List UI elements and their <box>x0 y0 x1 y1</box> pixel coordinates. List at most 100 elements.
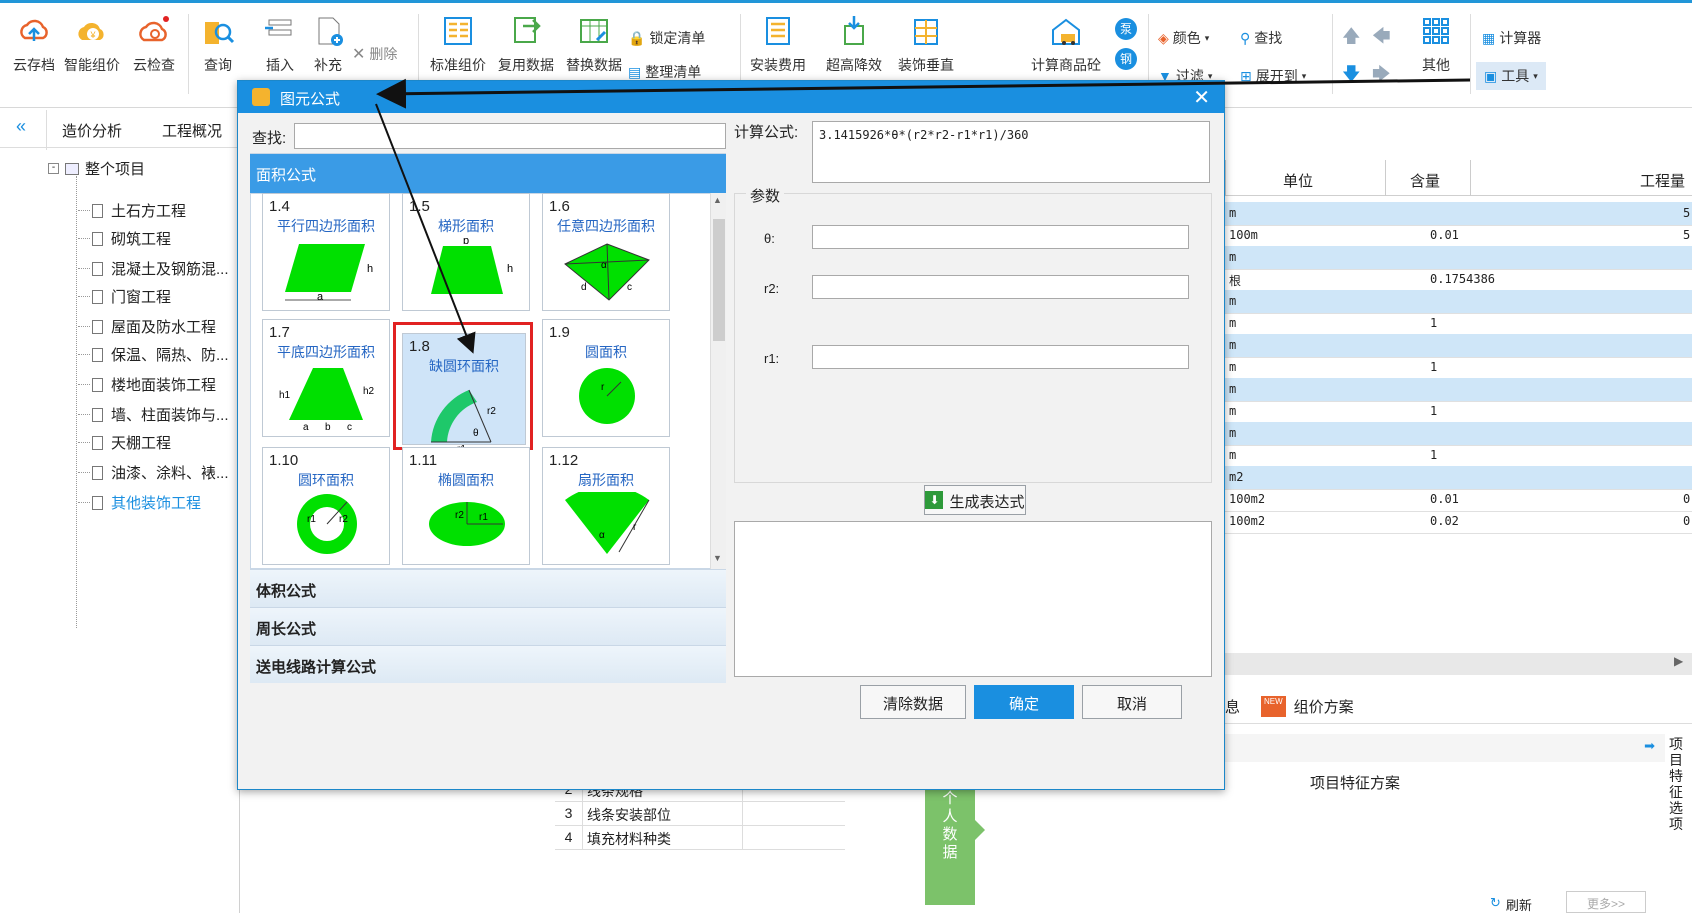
cancel-button[interactable]: 取消 <box>1082 685 1182 719</box>
smart-pricing-button[interactable]: ¥ 智能组价 <box>62 14 122 75</box>
table-row[interactable]: 根 0.1754386 <box>1225 268 1692 292</box>
arrow-right-blue-icon[interactable]: ➡ <box>1644 738 1655 754</box>
delete-button[interactable]: ✕ 删除 <box>352 44 397 64</box>
collapse-box-icon[interactable]: - <box>48 163 59 174</box>
scroll-right-icon[interactable]: ▶ <box>1674 654 1683 668</box>
tab-project-overview[interactable]: 工程概况 <box>162 120 222 141</box>
tab-pricing-scheme[interactable]: NEW 组价方案 <box>1261 696 1354 717</box>
pump-badge[interactable]: 泵 <box>1115 18 1137 40</box>
tree-item[interactable]: 保温、隔热、防... <box>92 344 229 365</box>
table-row[interactable]: m1 <box>1225 312 1692 336</box>
arrow-down-icon[interactable]: 🡇 <box>1342 62 1361 92</box>
collapse-chevron-icon[interactable]: « <box>16 116 26 137</box>
table-row[interactable]: m <box>1225 246 1692 270</box>
grid-hscrollbar[interactable] <box>1225 653 1692 675</box>
param-r2-input[interactable] <box>812 275 1189 299</box>
ok-button[interactable]: 确定 <box>974 685 1074 719</box>
shape-cell-1-4[interactable]: 1.4 平行四边形面积 h a <box>262 193 390 311</box>
param-theta-input[interactable] <box>812 225 1189 249</box>
tab-cost-analysis[interactable]: 造价分析 <box>62 120 122 141</box>
personal-data-tab[interactable]: 个人数据 <box>925 780 975 905</box>
search-input[interactable] <box>294 123 726 149</box>
table-cell-qty: 1 <box>1430 448 1438 462</box>
param-r1-input[interactable] <box>812 345 1189 369</box>
table-row[interactable]: m1 <box>1225 356 1692 380</box>
color-button[interactable]: ◈ 颜色 ▾ <box>1158 28 1209 48</box>
tree-item[interactable]: 墙、柱面装饰与... <box>92 404 229 425</box>
steel-badge[interactable]: 钢 <box>1115 48 1137 70</box>
table-row[interactable]: m <box>1225 290 1692 314</box>
shapes-scrollbar[interactable]: ▲ ▼ <box>710 193 726 569</box>
replace-data-button[interactable]: 替换数据 <box>564 14 624 75</box>
standard-pricing-button[interactable]: 标准组价 <box>428 14 488 75</box>
lock-list-button[interactable]: 🔒 锁定清单 <box>628 28 705 48</box>
table-row[interactable]: m <box>1225 378 1692 402</box>
shape-cell-1-5[interactable]: 1.5 梯形面积 b h <box>402 193 530 311</box>
shape-cell-1-10[interactable]: 1.10 圆环面积 r1 r2 <box>262 447 390 565</box>
tools-button[interactable]: ▣ 工具 ▾ <box>1476 62 1546 90</box>
arrow-right-icon[interactable]: 🡆 <box>1372 62 1391 92</box>
tab-info[interactable]: 息 <box>1225 696 1240 717</box>
table-row[interactable]: 3 线条安装部位 <box>555 802 845 826</box>
table-cell-qty: 0.01 <box>1430 228 1459 242</box>
reuse-data-button[interactable]: 复用数据 <box>496 14 556 75</box>
cloud-save-button[interactable]: 云存档 <box>8 14 60 75</box>
table-row[interactable]: m1 <box>1225 400 1692 424</box>
category-volume[interactable]: 体积公式 <box>250 569 726 607</box>
tree-item[interactable]: 楼地面装饰工程 <box>92 374 216 395</box>
expand-to-button[interactable]: ⊞ 展开到 ▾ <box>1240 66 1306 86</box>
insert-button[interactable]: 插入 <box>258 14 302 75</box>
calc-concrete-button[interactable]: 计算商品砼 <box>1024 14 1108 75</box>
expression-output[interactable] <box>734 521 1212 677</box>
table-row[interactable]: m5 <box>1225 202 1692 226</box>
supplement-button[interactable]: 补充 <box>306 14 350 75</box>
table-row[interactable]: 100m 0.01 5 <box>1225 224 1692 248</box>
more-button[interactable]: 更多>> <box>1566 891 1646 913</box>
decor-vertical-button[interactable]: 装饰垂直 <box>894 14 958 75</box>
refresh-button[interactable]: ↻ 刷新 <box>1490 895 1532 914</box>
clear-data-button[interactable]: 清除数据 <box>860 685 966 719</box>
scroll-thumb[interactable] <box>713 219 725 341</box>
table-row[interactable]: m1 <box>1225 444 1692 468</box>
organize-list-button[interactable]: ▤ 整理清单 <box>628 62 701 82</box>
side-vertical-label[interactable]: 项目特征选项 <box>1665 736 1687 832</box>
table-row[interactable]: 100m2 0.01 0 <box>1225 488 1692 512</box>
table-row[interactable]: m <box>1225 422 1692 446</box>
cloud-check-button[interactable]: 云检查 <box>128 14 180 75</box>
table-row[interactable]: m <box>1225 334 1692 358</box>
table-row[interactable]: 4 填充材料种类 <box>555 826 845 850</box>
close-icon[interactable]: ✕ <box>1193 85 1210 110</box>
arrow-up-icon[interactable]: 🡅 <box>1342 24 1361 54</box>
category-area-formula[interactable]: 面积公式 <box>250 153 726 193</box>
arrow-left-icon[interactable]: 🡄 <box>1372 24 1391 54</box>
category-power-line[interactable]: 送电线路计算公式 <box>250 645 726 683</box>
generate-expression-button[interactable]: ⬇ 生成表达式 <box>924 485 1026 515</box>
tree-item[interactable]: 油漆、涂料、裱... <box>92 462 229 483</box>
category-perimeter[interactable]: 周长公式 <box>250 607 726 645</box>
tree-root[interactable]: - 整个项目 <box>48 158 145 179</box>
tree-item[interactable]: 土石方工程 <box>92 200 186 221</box>
dialog-title-bar[interactable]: 图元公式 ✕ <box>238 81 1224 113</box>
install-cost-button[interactable]: 安装费用 <box>748 14 808 75</box>
table-row[interactable]: m2 <box>1225 466 1692 490</box>
tree-item[interactable]: 门窗工程 <box>92 286 171 307</box>
shape-cell-1-7[interactable]: 1.7 平底四边形面积 h1 h2 a b c <box>262 319 390 437</box>
query-button[interactable]: 查询 <box>196 14 240 75</box>
scroll-down-icon[interactable]: ▼ <box>713 553 722 563</box>
tree-item[interactable]: 其他装饰工程 <box>92 492 201 513</box>
formula-display[interactable]: 3.1415926*θ*(r2*r2-r1*r1)/360 <box>812 121 1210 183</box>
tree-item[interactable]: 天棚工程 <box>92 432 171 453</box>
shape-cell-1-9[interactable]: 1.9 圆面积 r <box>542 319 670 437</box>
calculator-button[interactable]: ▦ 计算器 <box>1482 28 1541 48</box>
shape-cell-1-6[interactable]: 1.6 任意四边形面积 α c d <box>542 193 670 311</box>
scroll-up-icon[interactable]: ▲ <box>713 195 722 205</box>
find-button[interactable]: ⚲ 查找 <box>1240 28 1282 48</box>
tree-item[interactable]: 混凝土及钢筋混... <box>92 258 229 279</box>
tree-item[interactable]: 砌筑工程 <box>92 228 171 249</box>
tree-item[interactable]: 屋面及防水工程 <box>92 316 216 337</box>
other-button[interactable]: 其他 <box>1412 14 1460 75</box>
shape-cell-1-12[interactable]: 1.12 扇形面积 α r <box>542 447 670 565</box>
high-rise-button[interactable]: 超高降效 <box>822 14 886 75</box>
table-row[interactable]: 100m2 0.02 0 <box>1225 510 1692 534</box>
shape-cell-1-11[interactable]: 1.11 椭圆面积 r2 r1 <box>402 447 530 565</box>
